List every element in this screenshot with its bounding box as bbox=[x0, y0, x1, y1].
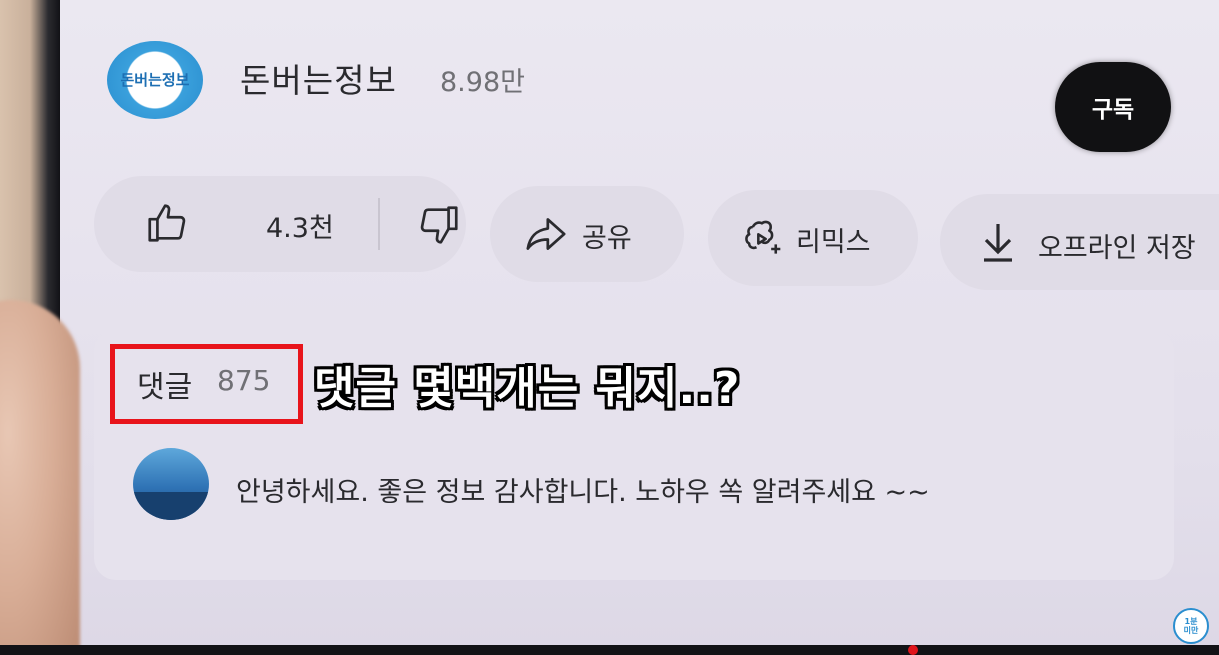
channel-name[interactable]: 돈버는정보 bbox=[240, 54, 397, 102]
remix-button[interactable]: 리믹스 bbox=[708, 190, 918, 286]
like-dislike-pill: 4.3천 bbox=[94, 176, 466, 272]
remix-icon bbox=[740, 216, 784, 260]
download-button[interactable]: 오프라인 저장 bbox=[940, 194, 1219, 290]
pill-divider bbox=[378, 198, 380, 250]
screen-bottom-edge bbox=[0, 645, 1219, 655]
channel-logo-text: 돈버는정보 bbox=[120, 70, 190, 89]
progress-dot bbox=[908, 645, 918, 655]
subscribe-button[interactable]: 구독 bbox=[1055, 62, 1171, 152]
avatar-sea bbox=[133, 492, 209, 520]
remix-label: 리믹스 bbox=[796, 227, 871, 258]
watermark-line1: 1분 bbox=[1184, 617, 1198, 626]
share-button[interactable]: 공유 bbox=[490, 186, 684, 282]
first-comment-text[interactable]: 안녕하세요. 좋은 정보 감사합니다. 노하우 쏙 알려주세요 ~~ bbox=[236, 470, 930, 509]
comments-count: 875 bbox=[217, 364, 271, 397]
channel-avatar[interactable]: 돈버는정보 bbox=[107, 41, 203, 119]
watermark-line2: 미만 bbox=[1183, 626, 1199, 635]
share-arrow-icon bbox=[524, 214, 568, 254]
finger bbox=[0, 300, 80, 655]
commenter-avatar[interactable] bbox=[133, 448, 209, 520]
download-icon bbox=[978, 220, 1018, 264]
thumbs-down-icon[interactable] bbox=[416, 202, 462, 248]
overlay-caption: 댓글 몇백개는 뭐지..? bbox=[314, 363, 741, 414]
watermark-logo: 1분 미만 bbox=[1173, 608, 1209, 644]
like-count[interactable]: 4.3천 bbox=[266, 206, 334, 245]
download-label: 오프라인 저장 bbox=[1038, 233, 1196, 264]
subscriber-count: 8.98만 bbox=[440, 67, 525, 98]
thumbs-up-icon[interactable] bbox=[144, 200, 190, 246]
comments-label: 댓글 bbox=[137, 370, 193, 405]
share-label: 공유 bbox=[582, 223, 632, 254]
